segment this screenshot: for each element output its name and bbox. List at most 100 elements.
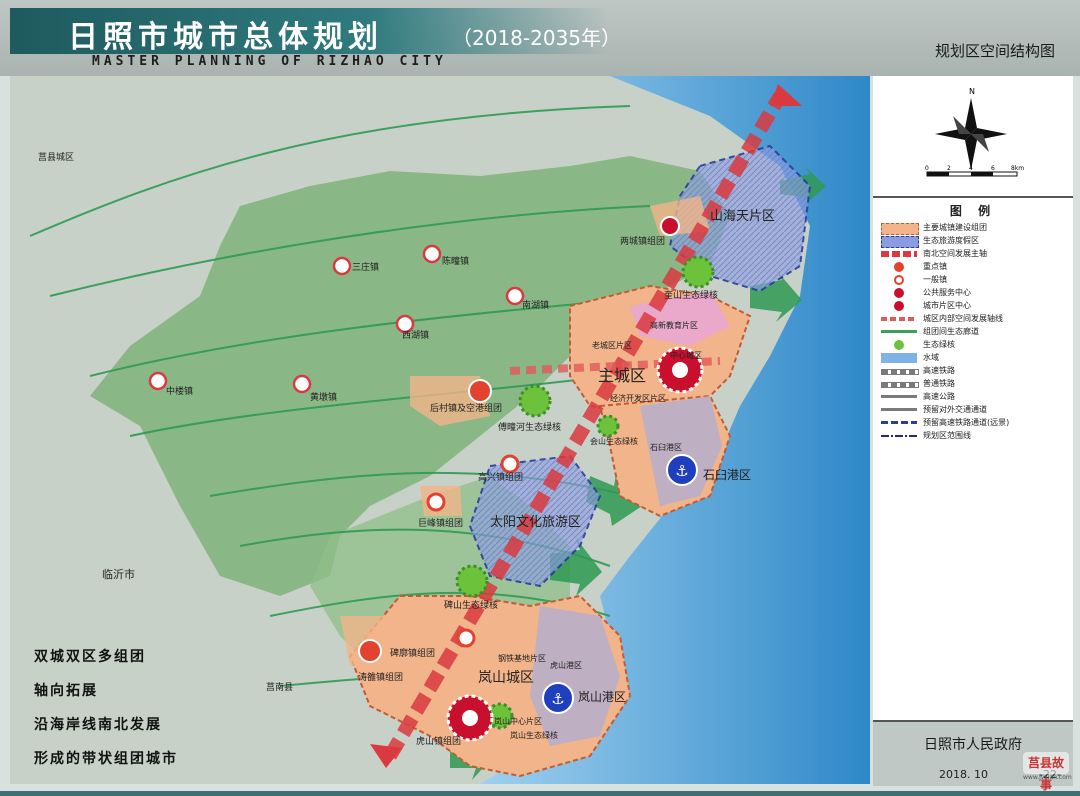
jingji-label: 经济开发区片区 (610, 393, 666, 403)
footer-box: 日照市人民政府 2018. 10 -22- 莒县故事 www.jvxian.co… (873, 720, 1073, 792)
map-name: 规划区空间结构图 (935, 42, 1056, 60)
issue-date: 2018. 10 (939, 768, 988, 781)
taiyang-label: 太阳文化旅游区 (490, 515, 581, 530)
fujinghe-label: 傅疃河生态绿核 (498, 421, 561, 433)
xihu-label: 西湖镇 (402, 329, 429, 341)
junan-label: 莒南县 (266, 681, 293, 693)
taoluo-label: 涛雒镇组团 (358, 671, 403, 683)
houcun-label: 后村镇及空港组团 (430, 402, 502, 414)
legend-label: 主要城镇建设组团 (923, 223, 987, 232)
legend-label: 城区内部空间发展轴线 (923, 314, 1003, 323)
legend-item: 主要城镇建设组团 (881, 222, 1071, 235)
header: 日照市城市总体规划 （2018-2035年） MASTER PLANNING O… (0, 0, 1080, 76)
compass-box: N 0 2 4 6 8km (873, 76, 1073, 198)
legend-label: 公共服务中心 (923, 288, 971, 297)
legend-item: 普通铁路 (881, 378, 1071, 390)
huangdun-label: 黄墩镇 (310, 391, 337, 403)
guoshan-label: 碑山生态绿核 (444, 599, 498, 611)
legend-label: 南北空间发展主轴 (923, 249, 987, 258)
lanshan-center-label: 岚山中心片区 (494, 716, 542, 726)
legend-item: 高速铁路 (881, 365, 1071, 377)
legend-symbol-icon (894, 262, 904, 272)
lanshan-label: 岚山城区 (478, 670, 534, 686)
scale-tick-4: 4 (969, 165, 973, 172)
compass-svg: N 0 2 4 6 8km (925, 87, 1024, 177)
legend-symbol-icon (894, 288, 904, 298)
zhonglou-label: 中楼镇 (166, 385, 193, 397)
legend-item: 生态旅游度假区 (881, 235, 1071, 248)
scale-tick-0: 0 (925, 165, 929, 172)
planning-years: （2018-2035年） (452, 26, 622, 50)
legend-title: 图 例 (949, 204, 997, 218)
legend-label: 一般镇 (923, 275, 947, 284)
legend-label: 组团间生态廊道 (923, 327, 979, 336)
svg-text:⚓: ⚓ (675, 462, 688, 480)
shijiu-port-label: 石臼港区 (703, 467, 751, 482)
legend-item: 重点镇 (881, 261, 1071, 273)
legend-symbol-icon (881, 408, 917, 411)
legend: 图 例 主要城镇建设组团 生态旅游度假区 南北空间发展主轴 重点镇 一般镇 公共服务中心城… (873, 200, 1073, 720)
legend-label: 高速公路 (923, 392, 955, 401)
slogan-4: 形成的带状组团城市 (34, 751, 178, 767)
lianghe-label: 两城镇组团 (620, 235, 665, 247)
chenzhuang-label: 陈疃镇 (442, 255, 469, 267)
nanhu-label: 南湖镇 (522, 299, 549, 311)
main-city-label: 主城区 (598, 366, 646, 385)
legend-symbol-icon (881, 236, 919, 248)
side-panel: N 0 2 4 6 8km 图 例 主要城镇建设组团 生态旅游度假区 南北空间发… (873, 76, 1073, 792)
government-name: 日照市人民政府 (924, 737, 1022, 753)
legend-symbol-icon (894, 340, 904, 350)
legend-item: 城区内部空间发展轴线 (881, 313, 1071, 325)
gangqu-label: 钢铁基地片区 (498, 653, 546, 663)
svg-text:⚓: ⚓ (551, 690, 564, 708)
legend-symbol-icon (881, 251, 917, 257)
english-title: MASTER PLANNING OF RIZHAO CITY (92, 54, 447, 69)
legend-label: 普通铁路 (923, 379, 955, 388)
legend-symbol-icon (894, 301, 904, 311)
sanzhuang-label: 三庄镇 (352, 261, 379, 273)
watermark-badge: 莒县故事 (1023, 752, 1069, 792)
map-svg: ⚓ ⚓ 主城区 山海天片区 太阳文化旅游区 岚山城区 石臼港区 岚山港区 高新教… (10, 76, 870, 784)
legend-label: 高速铁路 (923, 366, 955, 375)
scale-tick-8: 8km (1011, 165, 1024, 172)
north-label: N (969, 87, 975, 96)
legend-item: 高速公路 (881, 391, 1071, 403)
xiaohe-label: 碑廓镇组团 (390, 647, 435, 659)
legend-label: 预留高速铁路通道(远景) (923, 418, 1010, 427)
legend-symbol-icon (881, 395, 917, 398)
slogan-3: 沿海岸线南北发展 (34, 717, 162, 733)
legend-symbol-icon (881, 369, 919, 375)
page-title: 日照市城市总体规划 (68, 20, 383, 55)
laocheng-label: 老城区片区 (592, 340, 632, 350)
linyi-label: 临沂市 (102, 567, 135, 581)
map-canvas[interactable]: ⚓ ⚓ 主城区 山海天片区 太阳文化旅游区 岚山城区 石臼港区 岚山港区 高新教… (10, 76, 870, 784)
legend-symbol-icon (881, 382, 919, 388)
shanhai-label: 山海天片区 (710, 209, 775, 224)
hanhaihe-label: 虎山港区 (550, 660, 582, 670)
legend-symbol-icon (894, 275, 904, 285)
compass-rose-icon (935, 98, 1007, 170)
legend-label: 水域 (923, 353, 939, 362)
gaoxin-label: 高新教育片区 (650, 320, 698, 330)
slogan-2: 轴向拓展 (34, 683, 98, 699)
legend-label: 规划区范围线 (923, 431, 971, 440)
legend-item: 城市片区中心 (881, 300, 1071, 312)
gaoxing-label: 高兴镇组团 (478, 471, 523, 483)
legend-symbol-icon (881, 223, 919, 235)
legend-label: 生态旅游度假区 (923, 236, 979, 245)
slogan-1: 双城双区多组团 (34, 649, 146, 665)
legend-item: 南北空间发展主轴 (881, 248, 1071, 260)
legend-symbol-icon (881, 435, 917, 437)
lanshanhe-label: 岚山生态绿核 (510, 730, 558, 740)
legend-item: 公共服务中心 (881, 287, 1071, 299)
shijiu-area-label: 石臼港区 (650, 442, 682, 452)
legend-label: 重点镇 (923, 262, 947, 271)
jufeng-label: 巨峰镇组团 (418, 517, 463, 529)
legend-item: 组团间生态廊道 (881, 326, 1071, 338)
lanshan-port-label: 岚山港区 (578, 690, 626, 704)
legend-item: 规划区范围线 (881, 430, 1071, 442)
legend-label: 城市片区中心 (923, 301, 971, 310)
legend-symbol-icon (881, 317, 917, 321)
legend-item: 水域 (881, 352, 1071, 364)
center-label: 中心城区 (670, 350, 702, 360)
